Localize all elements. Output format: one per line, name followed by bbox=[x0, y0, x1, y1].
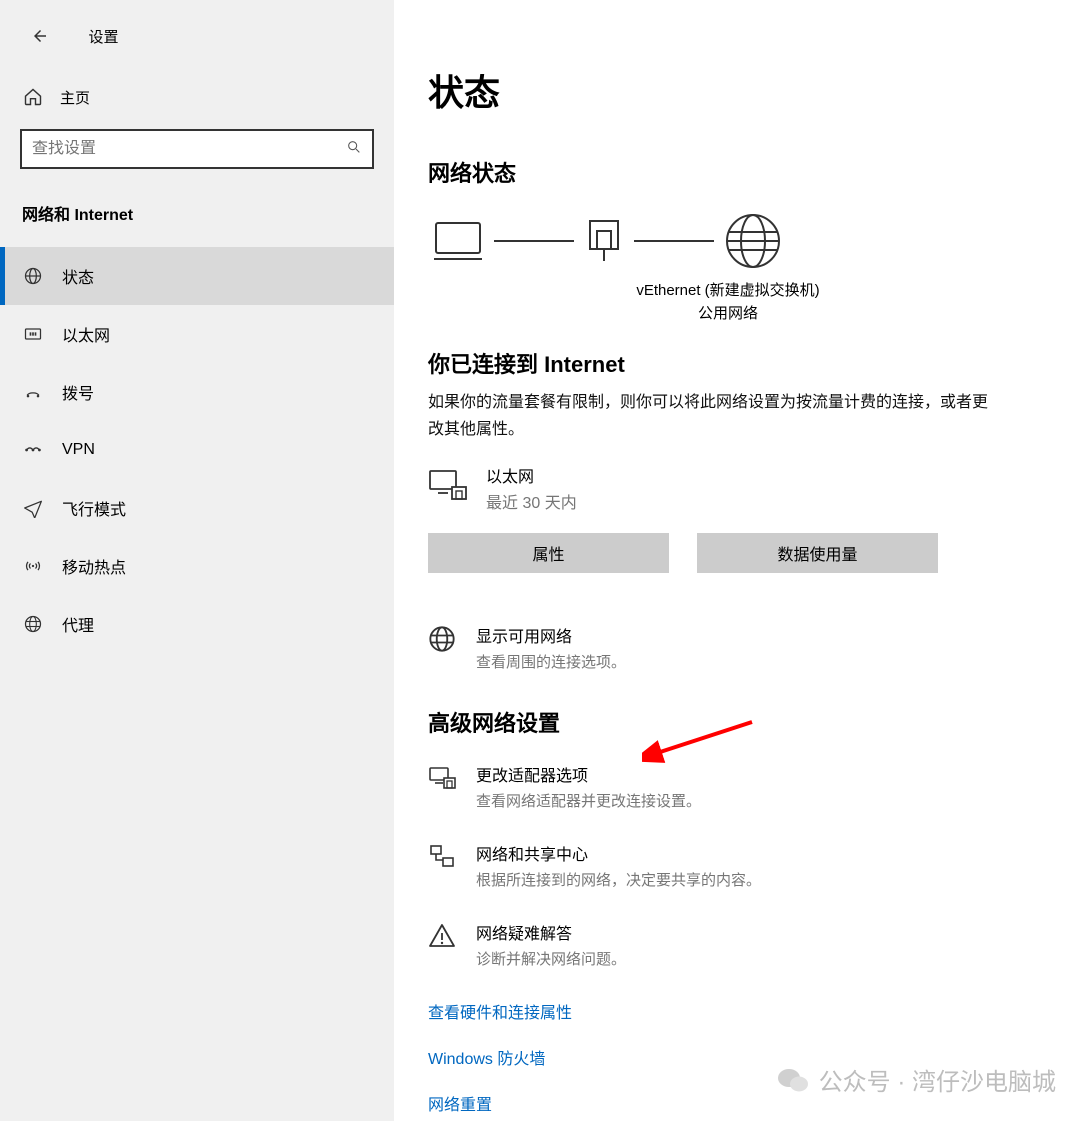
troubleshoot-desc: 诊断并解决网络问题。 bbox=[476, 948, 626, 969]
home-icon bbox=[22, 87, 44, 107]
troubleshoot-row[interactable]: 网络疑难解答 诊断并解决网络问题。 bbox=[428, 920, 1040, 969]
search-input[interactable] bbox=[32, 140, 346, 158]
sidebar-item-airplane[interactable]: 飞行模式 bbox=[0, 479, 394, 537]
warning-icon bbox=[428, 920, 458, 955]
show-networks-desc: 查看周围的连接选项。 bbox=[476, 651, 626, 672]
globe-icon bbox=[22, 266, 44, 286]
sidebar-home-label: 主页 bbox=[60, 87, 90, 108]
network-profile: 公用网络 bbox=[538, 303, 918, 326]
sidebar-home[interactable]: 主页 bbox=[0, 77, 394, 117]
sidebar-item-label: 移动热点 bbox=[62, 554, 126, 578]
advanced-settings-heading: 高级网络设置 bbox=[428, 706, 1040, 738]
diagram-caption: vEthernet (新建虚拟交换机) 公用网络 bbox=[538, 280, 918, 325]
show-networks-title: 显示可用网络 bbox=[476, 623, 626, 647]
connected-heading: 你已连接到 Internet bbox=[428, 347, 1040, 379]
troubleshoot-title: 网络疑难解答 bbox=[476, 920, 626, 944]
connection-name: 以太网 bbox=[486, 463, 577, 487]
data-usage-button[interactable]: 数据使用量 bbox=[697, 533, 938, 573]
show-networks-row[interactable]: 显示可用网络 查看周围的连接选项。 bbox=[428, 623, 1040, 672]
back-button[interactable] bbox=[26, 22, 54, 50]
network-diagram bbox=[432, 212, 1040, 270]
proxy-globe-icon bbox=[22, 614, 44, 634]
network-status-heading: 网络状态 bbox=[428, 156, 1040, 188]
search-box[interactable] bbox=[20, 129, 374, 169]
connected-desc: 如果你的流量套餐有限制，则你可以将此网络设置为按流量计费的连接，或者更改其他属性… bbox=[428, 389, 988, 443]
sidebar-category-heading: 网络和 Internet bbox=[0, 169, 394, 233]
monitor-ethernet-icon bbox=[428, 469, 468, 508]
hardware-link[interactable]: 查看硬件和连接属性 bbox=[428, 999, 1040, 1023]
app-title: 设置 bbox=[88, 26, 118, 47]
sidebar-item-status[interactable]: 状态 bbox=[0, 247, 394, 305]
sidebar-item-dialup[interactable]: 拨号 bbox=[0, 363, 394, 421]
sharing-center-desc: 根据所连接到的网络，决定要共享的内容。 bbox=[476, 869, 761, 890]
connection-sub: 最近 30 天内 bbox=[486, 489, 577, 513]
sidebar-item-label: 飞行模式 bbox=[62, 496, 126, 520]
settings-sidebar: 设置 主页 网络和 Internet 状态 以太网 bbox=[0, 0, 394, 1121]
sidebar-item-label: 拨号 bbox=[62, 380, 94, 404]
sharing-icon bbox=[428, 841, 458, 876]
properties-button[interactable]: 属性 bbox=[428, 533, 669, 573]
internet-globe-icon bbox=[724, 212, 782, 270]
adapter-options-row[interactable]: 更改适配器选项 查看网络适配器并更改连接设置。 bbox=[428, 762, 1040, 811]
watermark-text: 公众号 · 湾仔沙电脑城 bbox=[819, 1062, 1056, 1097]
connection-row: 以太网 最近 30 天内 bbox=[428, 463, 1040, 513]
adapter-name: vEthernet (新建虚拟交换机) bbox=[538, 280, 918, 303]
sidebar-item-ethernet[interactable]: 以太网 bbox=[0, 305, 394, 363]
sidebar-item-hotspot[interactable]: 移动热点 bbox=[0, 537, 394, 595]
sidebar-item-label: VPN bbox=[62, 441, 95, 459]
sidebar-nav: 状态 以太网 拨号 VPN 飞行模式 bbox=[0, 247, 394, 653]
sidebar-item-label: 状态 bbox=[62, 264, 94, 288]
hotspot-icon bbox=[22, 556, 44, 576]
sidebar-item-proxy[interactable]: 代理 bbox=[0, 595, 394, 653]
ethernet-port-icon bbox=[584, 217, 624, 265]
sharing-center-title: 网络和共享中心 bbox=[476, 841, 761, 865]
sidebar-item-vpn[interactable]: VPN bbox=[0, 421, 394, 479]
pc-icon bbox=[432, 219, 484, 263]
sharing-center-row[interactable]: 网络和共享中心 根据所连接到的网络，决定要共享的内容。 bbox=[428, 841, 1040, 890]
main-content: 状态 网络状态 vEthernet (新建虚拟交换机) 公用网络 你已连接到 I… bbox=[394, 0, 1080, 1121]
dialup-icon bbox=[22, 382, 44, 402]
adapter-icon bbox=[428, 762, 458, 797]
watermark: 公众号 · 湾仔沙电脑城 bbox=[777, 1062, 1056, 1097]
page-title: 状态 bbox=[428, 64, 1040, 116]
globe-icon bbox=[428, 623, 458, 658]
wechat-icon bbox=[777, 1066, 809, 1094]
sidebar-item-label: 以太网 bbox=[62, 322, 110, 346]
airplane-icon bbox=[22, 498, 44, 518]
connection-buttons: 属性 数据使用量 bbox=[428, 533, 1040, 573]
search-icon bbox=[346, 139, 362, 160]
ethernet-icon bbox=[22, 324, 44, 344]
adapter-options-title: 更改适配器选项 bbox=[476, 762, 701, 786]
vpn-icon bbox=[22, 440, 44, 460]
arrow-left-icon bbox=[31, 27, 49, 45]
sidebar-item-label: 代理 bbox=[62, 612, 94, 636]
adapter-options-desc: 查看网络适配器并更改连接设置。 bbox=[476, 790, 701, 811]
